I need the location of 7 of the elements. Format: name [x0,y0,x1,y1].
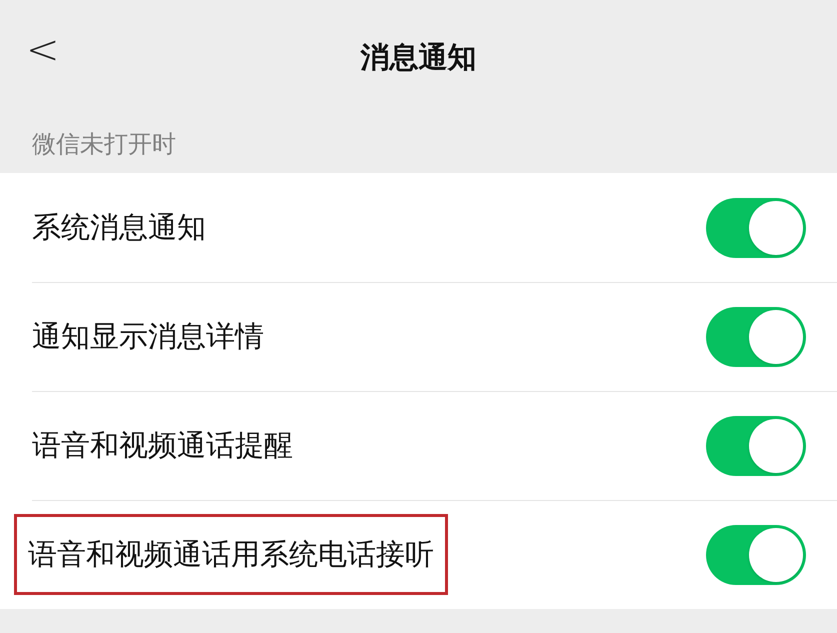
setting-label: 通知显示消息详情 [31,318,265,355]
setting-label: 系统消息通知 [31,208,207,246]
back-button[interactable]: < [26,30,60,70]
section-label: 微信未打开时 [32,129,176,160]
page-title: 消息通知 [360,38,476,76]
setting-label: 语音和视频通话用系统电话接听 [14,514,448,596]
setting-label: 语音和视频通话提醒 [31,426,294,464]
